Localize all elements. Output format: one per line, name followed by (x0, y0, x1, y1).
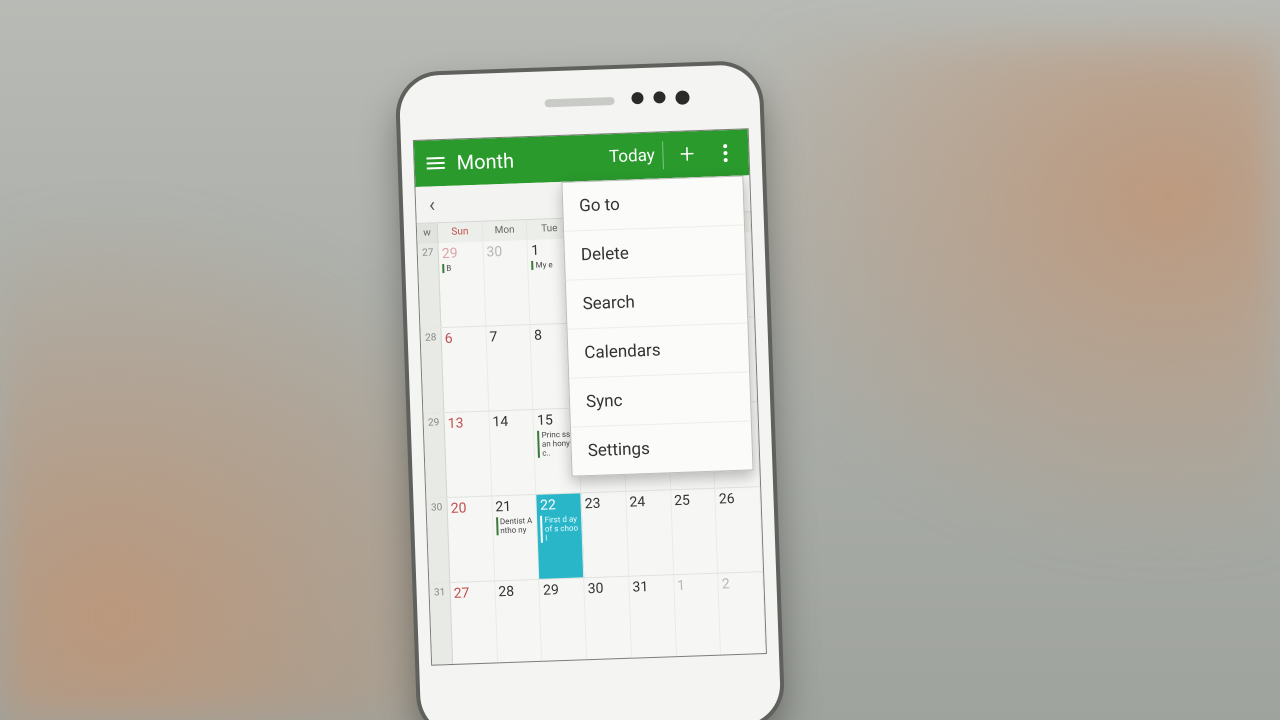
overflow-menu: Go to Delete Search Calendars Sync Setti… (561, 176, 753, 477)
prev-month-button[interactable]: ‹ (416, 192, 449, 217)
actionbar-spacer (520, 158, 595, 161)
menu-item-calendars[interactable]: Calendars (568, 323, 750, 378)
today-button[interactable]: Today (601, 141, 665, 171)
menu-item-settings[interactable]: Settings (571, 421, 753, 475)
day-cell[interactable]: 30 (483, 240, 531, 326)
light-sensor-icon (653, 91, 665, 103)
day-cell[interactable]: 30 (584, 577, 632, 663)
day-cell[interactable]: 13 (444, 412, 492, 498)
week-row-3: 30 20 21Dentist Antho ny 22First d ay of… (426, 487, 763, 584)
day-cell[interactable]: 6 (441, 327, 489, 413)
overflow-menu-icon[interactable] (710, 144, 741, 163)
photo-stage: Month Today + ‹ Ju w Sun Mon Tue Wed Thu… (0, 0, 1280, 720)
week-number: 29 (423, 413, 447, 498)
week-number: 30 (426, 498, 450, 583)
day-cell[interactable]: 24 (626, 490, 674, 576)
week-number: 31 (429, 583, 453, 666)
day-cell[interactable]: 27 (450, 581, 498, 665)
week-number: 28 (420, 328, 444, 413)
menu-item-goto[interactable]: Go to (562, 177, 744, 232)
hand-right-shadow (720, 40, 1280, 560)
menu-item-sync[interactable]: Sync (569, 372, 751, 427)
event-chip[interactable]: First d ay of s chool (540, 514, 579, 542)
day-cell[interactable]: 25 (671, 489, 719, 575)
menu-item-search[interactable]: Search (566, 274, 748, 329)
menu-item-delete[interactable]: Delete (564, 226, 746, 281)
day-cell[interactable]: 29 (540, 578, 588, 664)
day-cell[interactable]: 28 (495, 580, 543, 666)
day-cell-today[interactable]: 22First d ay of s chool (537, 493, 585, 579)
day-cell[interactable]: 20 (447, 496, 495, 582)
week-number-header: w (417, 223, 439, 244)
hamburger-icon[interactable] (422, 151, 449, 176)
day-cell[interactable]: 31 (629, 575, 677, 661)
weekday-mon: Mon (482, 220, 527, 242)
day-cell[interactable]: 26 (715, 487, 763, 573)
phone-sensors (631, 90, 689, 106)
view-mode-label[interactable]: Month (456, 149, 514, 175)
front-camera-icon (675, 90, 689, 104)
week-number: 27 (417, 243, 441, 328)
phone-screen: Month Today + ‹ Ju w Sun Mon Tue Wed Thu… (413, 128, 767, 665)
day-cell[interactable]: 7 (486, 325, 534, 411)
event-chip[interactable]: B (442, 263, 480, 273)
day-cell[interactable]: 29B (438, 242, 486, 328)
weekday-sun: Sun (438, 222, 483, 244)
day-cell[interactable]: 23 (581, 492, 629, 578)
add-event-button[interactable]: + (669, 140, 705, 169)
phone-device: Month Today + ‹ Ju w Sun Mon Tue Wed Thu… (399, 64, 782, 720)
day-cell[interactable]: 1 (674, 574, 722, 660)
proximity-sensor-icon (631, 92, 643, 104)
phone-earpiece (544, 97, 614, 107)
day-cell[interactable]: 2 (718, 572, 766, 658)
day-cell[interactable]: 14 (489, 410, 537, 496)
event-chip[interactable]: Dentist Antho ny (496, 516, 534, 535)
day-cell[interactable]: 21Dentist Antho ny (492, 495, 540, 581)
week-row-4: 31 27 28 29 30 31 1 2 (429, 572, 766, 666)
